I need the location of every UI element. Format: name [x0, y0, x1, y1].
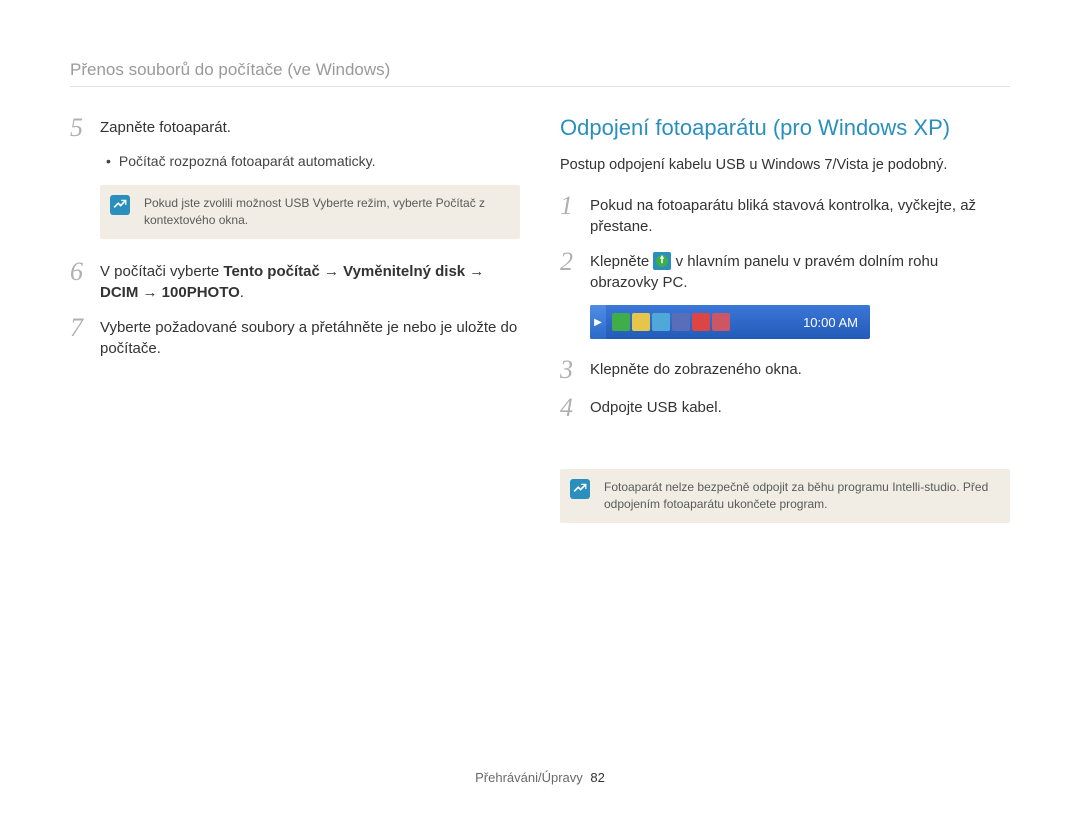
step-number: 2: [560, 249, 590, 275]
step-text: Odpojte USB kabel.: [590, 395, 722, 418]
step-text: Pokud na fotoaparátu bliká stavová kontr…: [590, 193, 1010, 237]
note-text: Fotoaparát nelze bezpečně odpojit za běh…: [604, 480, 988, 511]
tray-icon: [672, 313, 690, 331]
tray-icon: [632, 313, 650, 331]
footer-section: Přehráváni/Úpravy: [475, 770, 583, 785]
taskbar-expand-icon: ▶: [590, 305, 606, 339]
page-footer: Přehráváni/Úpravy 82: [70, 760, 1010, 785]
step-1: 1 Pokud na fotoaparátu bliká stavová kon…: [560, 193, 1010, 237]
right-column: Odpojení fotoaparátu (pro Windows XP) Po…: [560, 115, 1010, 760]
step-7: 7 Vyberte požadované soubory a přetáhnět…: [70, 315, 520, 359]
step-number: 3: [560, 357, 590, 383]
step-5: 5 Zapněte fotoaparát.: [70, 115, 520, 141]
note-icon: [570, 479, 590, 499]
step-6: 6 V počítači vyberte Tento počítač → Vym…: [70, 259, 520, 303]
step5-bullet: Počítač rozpozná fotoaparát automaticky.: [106, 153, 520, 169]
left-column: 5 Zapněte fotoaparát. Počítač rozpozná f…: [70, 115, 520, 760]
breadcrumb: Přenos souborů do počítače (ve Windows): [70, 60, 1010, 87]
step-3: 3 Klepněte do zobrazeného okna.: [560, 357, 1010, 383]
step-text: Vyberte požadované soubory a přetáhněte …: [100, 315, 520, 359]
step6-text-a: V počítači vyberte: [100, 263, 223, 280]
note-icon: [110, 195, 130, 215]
step2-text-a: Klepněte: [590, 253, 653, 270]
footer-page-number: 82: [590, 770, 604, 785]
note-bold: Počítač: [436, 196, 476, 210]
note-box-usb: Pokud jste zvolili možnost USB Vyberte r…: [100, 185, 520, 239]
step-number: 4: [560, 395, 590, 421]
step-text: Klepněte do zobrazeného okna.: [590, 357, 802, 380]
step6-text-b: .: [240, 284, 244, 301]
taskbar-screenshot: ▶ 10:00 AM: [590, 305, 870, 339]
step-2: 2 Klepněte v hlavním panelu v pravém dol…: [560, 249, 1010, 293]
tray-icon: [652, 313, 670, 331]
step-number: 6: [70, 259, 100, 285]
note-bold: Vyberte režim: [313, 196, 387, 210]
step-4: 4 Odpojte USB kabel.: [560, 395, 1010, 421]
step-text: V počítači vyberte Tento počítač → Vyměn…: [100, 259, 520, 303]
safely-remove-icon: [653, 252, 671, 270]
section-subnote: Postup odpojení kabelu USB u Windows 7/V…: [560, 155, 1010, 175]
taskbar-clock: 10:00 AM: [803, 315, 870, 330]
tray-icon: [712, 313, 730, 331]
taskbar-tray-icons: [606, 313, 736, 331]
tray-icon: [612, 313, 630, 331]
step-number: 1: [560, 193, 590, 219]
note-box-warning: Fotoaparát nelze bezpečně odpojit za běh…: [560, 469, 1010, 523]
note-text: , vyberte: [386, 196, 435, 210]
step-text: Zapněte fotoaparát.: [100, 115, 231, 138]
note-text: Pokud jste zvolili možnost USB: [144, 196, 313, 210]
step-number: 5: [70, 115, 100, 141]
step-number: 7: [70, 315, 100, 341]
tray-icon: [692, 313, 710, 331]
step-text: Klepněte v hlavním panelu v pravém dolní…: [590, 249, 1010, 293]
section-title: Odpojení fotoaparátu (pro Windows XP): [560, 115, 1010, 141]
